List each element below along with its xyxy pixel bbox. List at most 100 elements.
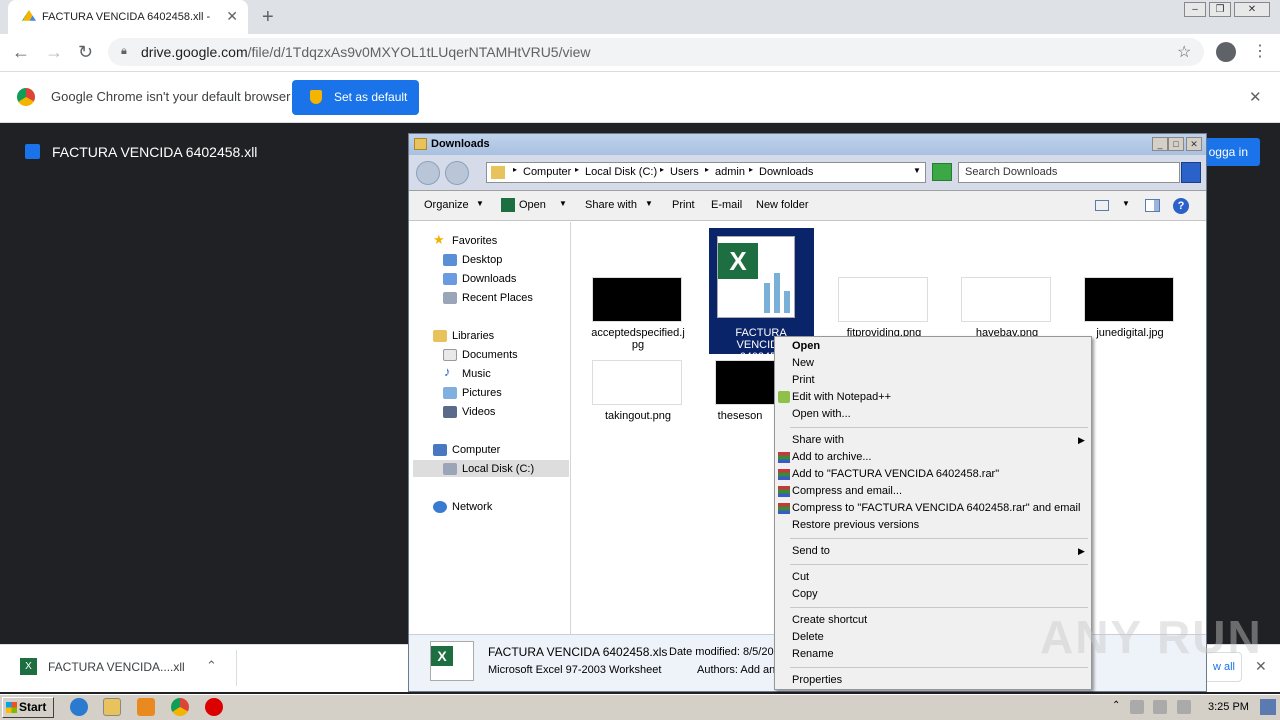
nav-local-disk[interactable]: Local Disk (C:) bbox=[462, 463, 534, 475]
menu-item-delete[interactable]: Delete bbox=[792, 631, 824, 643]
reload-icon[interactable]: ↻ bbox=[78, 42, 93, 63]
network-tray-icon[interactable] bbox=[1153, 700, 1167, 714]
nav-desktop[interactable]: Desktop bbox=[462, 254, 502, 266]
menu-item-share-with[interactable]: Share with bbox=[792, 434, 844, 446]
chrome-taskbar-icon[interactable] bbox=[171, 698, 189, 716]
bookmark-star-icon[interactable]: ☆ bbox=[1177, 42, 1191, 62]
menu-item-restore-versions[interactable]: Restore previous versions bbox=[792, 519, 919, 531]
organize-button[interactable]: Organize bbox=[424, 199, 469, 211]
nav-downloads[interactable]: Downloads bbox=[462, 273, 516, 285]
explorer-taskbar-icon[interactable] bbox=[103, 698, 121, 716]
close-tab-icon[interactable]: ✕ bbox=[226, 8, 238, 25]
explorer-maximize-icon[interactable]: □ bbox=[1168, 137, 1184, 151]
back-button-icon[interactable] bbox=[416, 161, 440, 185]
desktop-icon bbox=[443, 254, 457, 266]
internet-explorer-icon[interactable] bbox=[70, 698, 88, 716]
share-with-button[interactable]: Share with bbox=[585, 199, 637, 211]
view-options-icon[interactable] bbox=[1095, 200, 1109, 211]
menu-item-open-with[interactable]: Open with... bbox=[792, 408, 851, 420]
menu-item-add-to-archive[interactable]: Add to archive... bbox=[792, 451, 872, 463]
chevron-right-icon: ▸ bbox=[749, 165, 754, 174]
clock[interactable]: 3:25 PM bbox=[1208, 701, 1249, 713]
explorer-titlebar[interactable]: Downloads bbox=[409, 134, 1206, 155]
start-button[interactable]: Start bbox=[2, 697, 54, 718]
profile-avatar-icon[interactable] bbox=[1216, 42, 1236, 62]
file-name[interactable]: junedigital.jpg bbox=[1080, 327, 1180, 339]
download-item-name[interactable]: FACTURA VENCIDA....xll bbox=[48, 660, 185, 674]
file-thumbnail[interactable] bbox=[1084, 277, 1174, 322]
file-thumbnail[interactable] bbox=[838, 277, 928, 322]
refresh-icon[interactable] bbox=[932, 163, 952, 181]
menu-item-compress-email[interactable]: Compress and email... bbox=[792, 485, 902, 497]
menu-kebab-icon[interactable]: ⋮ bbox=[1252, 41, 1268, 61]
search-input[interactable]: Search Downloads bbox=[958, 162, 1180, 183]
flag-icon[interactable] bbox=[1177, 700, 1191, 714]
menu-item-new[interactable]: New bbox=[792, 357, 814, 369]
breadcrumb-computer[interactable]: Computer bbox=[523, 166, 571, 178]
print-button[interactable]: Print bbox=[672, 199, 695, 211]
menu-item-open[interactable]: Open bbox=[792, 340, 820, 352]
set-as-default-button[interactable]: Set as default bbox=[292, 80, 419, 115]
close-infobar-icon[interactable]: ✕ bbox=[1249, 88, 1262, 106]
back-arrow-icon[interactable]: ← bbox=[12, 42, 30, 63]
new-tab-icon[interactable]: + bbox=[262, 6, 274, 29]
forward-button-icon[interactable] bbox=[445, 161, 469, 185]
nav-favorites[interactable]: Favorites bbox=[452, 235, 497, 247]
menu-item-print[interactable]: Print bbox=[792, 374, 815, 386]
file-thumbnail[interactable] bbox=[592, 360, 682, 405]
explorer-minimize-icon[interactable]: _ bbox=[1152, 137, 1168, 151]
menu-item-rename[interactable]: Rename bbox=[792, 648, 834, 660]
breadcrumb-users[interactable]: Users bbox=[670, 166, 699, 178]
minimize-icon[interactable]: – bbox=[1184, 2, 1206, 17]
lock-icon[interactable]: 🔒︎ bbox=[121, 45, 127, 58]
nav-videos[interactable]: Videos bbox=[462, 406, 495, 418]
url-text[interactable]: drive.google.com/file/d/1TdqzxAs9v0MXYOL… bbox=[141, 44, 590, 60]
explorer-close-icon[interactable]: ✕ bbox=[1186, 137, 1202, 151]
nav-computer[interactable]: Computer bbox=[452, 444, 500, 456]
help-icon[interactable]: ? bbox=[1173, 198, 1189, 214]
volume-icon[interactable] bbox=[1130, 700, 1144, 714]
file-name[interactable]: theseson bbox=[705, 410, 775, 422]
forward-arrow-icon[interactable]: → bbox=[45, 42, 63, 63]
file-thumbnail[interactable] bbox=[961, 277, 1051, 322]
show-desktop-icon[interactable] bbox=[1260, 699, 1276, 715]
nav-libraries[interactable]: Libraries bbox=[452, 330, 494, 342]
file-name[interactable]: acceptedspecified.j pg bbox=[588, 327, 688, 351]
restore-icon[interactable]: ❐ bbox=[1209, 2, 1231, 17]
file-thumbnail[interactable] bbox=[592, 277, 682, 322]
media-player-icon[interactable] bbox=[137, 698, 155, 716]
new-folder-button[interactable]: New folder bbox=[756, 199, 809, 211]
email-button[interactable]: E-mail bbox=[711, 199, 742, 211]
tray-arrow-icon[interactable]: ⌃ bbox=[1112, 700, 1120, 711]
chevron-down-icon[interactable]: ▼ bbox=[1122, 199, 1130, 208]
menu-item-edit-notepad[interactable]: Edit with Notepad++ bbox=[792, 391, 891, 403]
stop-icon[interactable] bbox=[205, 698, 223, 716]
menu-separator bbox=[790, 427, 1088, 428]
nav-music[interactable]: Music bbox=[462, 368, 491, 380]
browser-tab[interactable]: FACTURA VENCIDA 6402458.xll - Google Dri… bbox=[8, 0, 248, 34]
menu-item-compress-rar-email[interactable]: Compress to "FACTURA VENCIDA 6402458.rar… bbox=[792, 502, 1080, 514]
chevron-down-icon[interactable]: ▼ bbox=[913, 166, 921, 175]
menu-item-send-to[interactable]: Send to bbox=[792, 545, 830, 557]
breadcrumb[interactable]: Computer Local Disk (C:) Users admin Dow… bbox=[486, 162, 926, 183]
breadcrumb-admin[interactable]: admin bbox=[715, 166, 745, 178]
menu-item-create-shortcut[interactable]: Create shortcut bbox=[792, 614, 867, 626]
nav-network[interactable]: Network bbox=[452, 501, 492, 513]
nav-documents[interactable]: Documents bbox=[462, 349, 518, 361]
file-thumbnail[interactable] bbox=[715, 360, 775, 405]
chevron-up-icon[interactable]: ⌃ bbox=[206, 658, 217, 674]
nav-recent-places[interactable]: Recent Places bbox=[462, 292, 533, 304]
close-window-icon[interactable]: ✕ bbox=[1234, 2, 1270, 17]
menu-item-copy[interactable]: Copy bbox=[792, 588, 818, 600]
breadcrumb-downloads[interactable]: Downloads bbox=[759, 166, 813, 178]
breadcrumb-local-disk[interactable]: Local Disk (C:) bbox=[585, 166, 657, 178]
menu-item-cut[interactable]: Cut bbox=[792, 571, 809, 583]
menu-item-add-to-rar[interactable]: Add to "FACTURA VENCIDA 6402458.rar" bbox=[792, 468, 999, 480]
menu-separator bbox=[790, 538, 1088, 539]
file-name[interactable]: takingout.png bbox=[588, 410, 688, 422]
open-button[interactable]: Open bbox=[519, 199, 546, 211]
menu-item-properties[interactable]: Properties bbox=[792, 674, 842, 686]
preview-pane-icon[interactable] bbox=[1145, 199, 1160, 212]
nav-pictures[interactable]: Pictures bbox=[462, 387, 502, 399]
search-icon[interactable] bbox=[1181, 162, 1201, 183]
